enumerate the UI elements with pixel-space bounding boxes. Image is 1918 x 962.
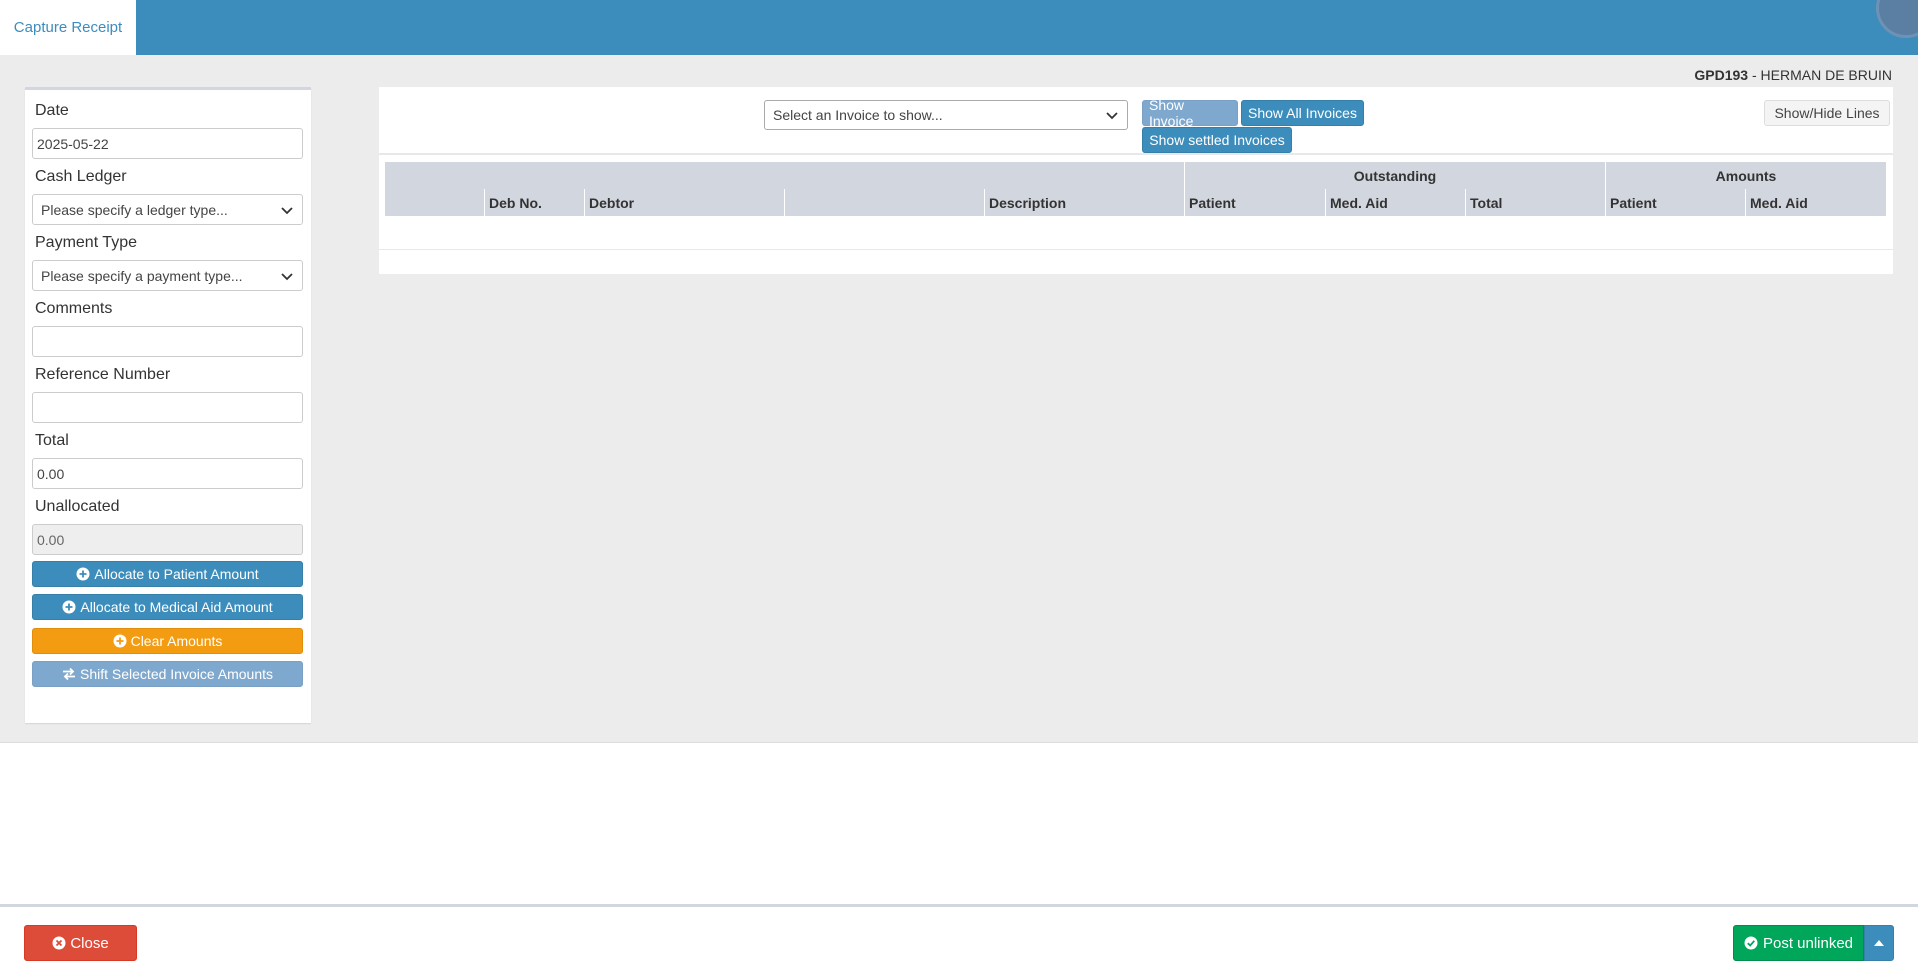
content-area: GPD193 - HERMAN DE BRUIN Date 2025-05-22… [0, 55, 1918, 743]
col-amounts-medaid-header[interactable]: Med. Aid [1746, 189, 1886, 216]
date-input[interactable]: 2025-05-22 [32, 128, 303, 159]
post-unlinked-label: Post unlinked [1762, 934, 1854, 952]
allocate-medical-aid-button[interactable]: Allocate to Medical Aid Amount [32, 594, 303, 620]
group-header-blank [385, 162, 1185, 189]
patient-code: GPD193 [1694, 67, 1749, 83]
top-bar: Capture Receipt [0, 0, 1918, 55]
col-outstanding-patient-header[interactable]: Patient [1185, 189, 1326, 216]
chevron-down-icon [281, 206, 293, 214]
footer-bar: Close Post unlinked [0, 904, 1918, 962]
unallocated-input: 0.00 [32, 524, 303, 555]
col-deb-no-header[interactable]: Deb No. [485, 189, 585, 216]
payment-type-select[interactable]: Please specify a payment type... [32, 260, 303, 291]
comments-label: Comments [35, 300, 113, 317]
col-amounts-patient-header[interactable]: Patient [1606, 189, 1746, 216]
table-bottom-border [379, 249, 1893, 250]
shift-invoice-amounts-button[interactable]: Shift Selected Invoice Amounts [32, 661, 303, 687]
payment-type-label: Payment Type [35, 234, 137, 251]
patient-separator: - [1748, 67, 1761, 83]
patient-name: HERMAN DE BRUIN [1760, 67, 1892, 83]
invoice-panel: Select an Invoice to show... Show Invoic… [379, 87, 1893, 274]
unallocated-label: Unallocated [35, 498, 120, 515]
close-circle-icon [52, 936, 66, 950]
col-blank-header [785, 189, 985, 216]
shift-invoice-amounts-label: Shift Selected Invoice Amounts [80, 666, 273, 682]
caret-up-icon [1874, 940, 1884, 946]
user-avatar[interactable] [1876, 0, 1918, 38]
reference-number-input[interactable] [32, 392, 303, 423]
exchange-icon [63, 667, 75, 681]
table-group-header-row: Outstanding Amounts [385, 162, 1886, 189]
patient-header: GPD193 - HERMAN DE BRUIN [1694, 67, 1892, 83]
invoice-select[interactable]: Select an Invoice to show... [764, 100, 1128, 130]
allocate-patient-button[interactable]: Allocate to Patient Amount [32, 561, 303, 587]
show-invoice-button[interactable]: Show Invoice [1142, 97, 1238, 129]
cash-ledger-value: Please specify a ledger type... [41, 201, 228, 218]
post-unlinked-button[interactable]: Post unlinked [1733, 925, 1864, 961]
group-header-amounts: Amounts [1606, 162, 1886, 189]
show-all-invoices-button[interactable]: Show All Invoices [1241, 100, 1364, 126]
post-options-dropdown-button[interactable] [1864, 925, 1894, 961]
group-header-outstanding: Outstanding [1185, 162, 1606, 189]
plus-circle-icon [62, 600, 76, 614]
total-value: 0.00 [37, 465, 65, 482]
allocate-patient-label: Allocate to Patient Amount [94, 566, 259, 582]
payment-type-value: Please specify a payment type... [41, 267, 243, 284]
invoice-select-value: Select an Invoice to show... [773, 107, 943, 123]
total-label: Total [35, 432, 69, 449]
col-debtor-header[interactable]: Debtor [585, 189, 785, 216]
plus-circle-icon [76, 567, 90, 581]
plus-circle-icon [113, 634, 127, 648]
date-label: Date [35, 102, 69, 119]
col-outstanding-medaid-header[interactable]: Med. Aid [1326, 189, 1466, 216]
total-input[interactable]: 0.00 [32, 458, 303, 489]
allocate-medical-aid-label: Allocate to Medical Aid Amount [80, 599, 273, 615]
comments-input[interactable] [32, 326, 303, 357]
unallocated-value: 0.00 [37, 531, 65, 548]
clear-amounts-label: Clear Amounts [130, 633, 223, 649]
chevron-down-icon [281, 272, 293, 280]
panel-divider [379, 153, 1893, 155]
show-settled-invoices-button[interactable]: Show settled Invoices [1142, 127, 1292, 153]
cash-ledger-select[interactable]: Please specify a ledger type... [32, 194, 303, 225]
reference-number-label: Reference Number [35, 366, 171, 383]
col-description-header[interactable]: Description [985, 189, 1185, 216]
clear-amounts-button[interactable]: Clear Amounts [32, 628, 303, 654]
cash-ledger-label: Cash Ledger [35, 168, 127, 185]
table-header-row: Deb No. Debtor Description Patient Med. … [385, 189, 1886, 216]
chevron-down-icon [1106, 112, 1118, 120]
col-outstanding-total-header[interactable]: Total [1466, 189, 1606, 216]
close-button[interactable]: Close [24, 925, 137, 961]
date-value: 2025-05-22 [37, 135, 109, 152]
tab-capture-receipt[interactable]: Capture Receipt [0, 0, 136, 55]
col-select-header [385, 189, 485, 216]
receipt-form-panel: Date 2025-05-22 Cash Ledger Please speci… [25, 87, 311, 723]
check-circle-icon [1744, 936, 1758, 950]
close-label: Close [70, 934, 109, 952]
show-hide-lines-button[interactable]: Show/Hide Lines [1764, 100, 1890, 126]
